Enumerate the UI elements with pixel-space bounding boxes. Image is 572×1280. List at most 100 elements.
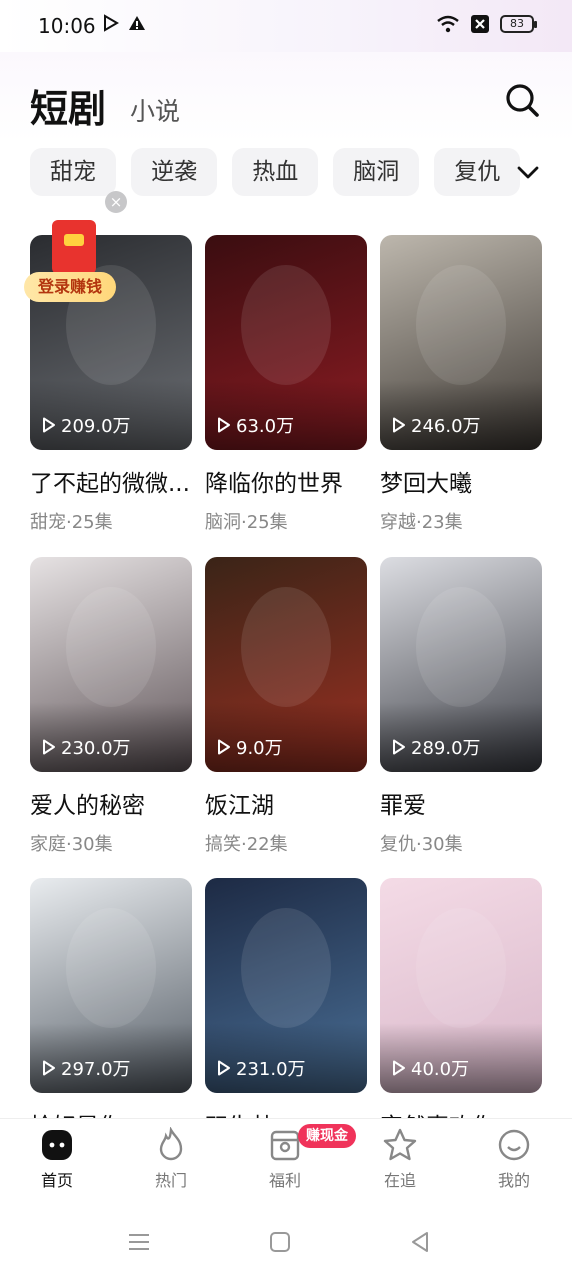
play-count-value: 289.0万: [411, 738, 481, 759]
drama-title[interactable]: 罪爱: [380, 786, 542, 820]
wifi-icon: [437, 15, 459, 33]
back-icon[interactable]: [408, 1230, 432, 1254]
play-icon: [393, 1060, 405, 1076]
poster-figure: [241, 587, 331, 707]
play-count-value: 40.0万: [411, 1059, 470, 1080]
play-icon: [393, 739, 405, 755]
poster-figure: [66, 587, 156, 707]
drama-card[interactable]: 246.0万梦回大曦穿越·23集: [380, 235, 542, 534]
drama-grid: 209.0万 了不起的微微... 甜宠·25集 63.0万 降临你的世界 脑洞·25集 24…: [30, 235, 550, 1120]
drama-title[interactable]: 梦回大曦: [380, 464, 542, 498]
drama-card[interactable]: 40.0万突然喜欢你: [380, 878, 542, 1120]
drama-poster[interactable]: 246.0万: [380, 235, 542, 450]
play-count-value: 209.0万: [61, 416, 131, 437]
play-count-value: 231.0万: [236, 1059, 306, 1080]
play-count: 40.0万: [392, 1055, 469, 1081]
nav-welfare-label: 福利: [268, 1171, 301, 1190]
play-icon: [43, 1060, 55, 1076]
chip-comeback[interactable]: 逆袭: [131, 148, 218, 196]
red-envelope-icon[interactable]: [52, 220, 96, 274]
play-count-value: 230.0万: [61, 738, 131, 759]
drama-meta: 家庭·30集: [30, 834, 113, 855]
play-store-icon: [104, 14, 119, 32]
drama-poster[interactable]: 231.0万: [205, 878, 367, 1093]
earn-cash-badge: 赚现金: [298, 1124, 356, 1148]
flame-icon: [159, 1127, 183, 1161]
play-count: 230.0万: [42, 734, 131, 760]
battery-indicator: 83: [500, 15, 537, 33]
chip-passion[interactable]: 热血: [232, 148, 319, 196]
play-count-value: 63.0万: [236, 416, 295, 437]
nav-following[interactable]: 在追: [360, 1127, 440, 1191]
drama-card[interactable]: 231.0万双生劫: [205, 878, 367, 1120]
drama-title[interactable]: 了不起的微微...: [30, 464, 192, 498]
nav-home-label: 首页: [40, 1171, 73, 1190]
nav-following-label: 在追: [383, 1171, 416, 1190]
play-count-value: 297.0万: [61, 1059, 131, 1080]
menu-icon[interactable]: [127, 1230, 151, 1254]
drama-poster[interactable]: 40.0万: [380, 878, 542, 1093]
drama-title[interactable]: 饭江湖: [205, 786, 367, 820]
poster-figure: [416, 908, 506, 1028]
sim-off-icon: [471, 15, 489, 33]
close-icon[interactable]: ×: [105, 191, 127, 213]
drama-card[interactable]: 9.0万饭江湖搞笑·22集: [205, 557, 367, 856]
search-icon[interactable]: [504, 82, 540, 118]
drama-poster[interactable]: 63.0万: [205, 235, 367, 450]
play-icon: [393, 417, 405, 433]
play-icon: [218, 739, 230, 755]
drama-meta: 穿越·23集: [380, 512, 463, 533]
play-count: 209.0万: [42, 412, 131, 438]
nav-profile[interactable]: 我的: [474, 1127, 554, 1191]
drama-card[interactable]: 63.0万降临你的世界脑洞·25集: [205, 235, 367, 534]
nav-home[interactable]: 首页: [17, 1127, 97, 1191]
poster-figure: [416, 587, 506, 707]
category-chips: 甜宠 逆袭 热血 脑洞 复仇: [30, 148, 520, 198]
play-count: 246.0万: [392, 412, 481, 438]
drama-meta: 搞笑·22集: [205, 834, 288, 855]
play-count: 289.0万: [392, 734, 481, 760]
drama-meta: 复仇·30集: [380, 834, 463, 855]
chevron-down-icon[interactable]: [514, 158, 542, 186]
poster-figure: [66, 908, 156, 1028]
play-icon: [218, 417, 230, 433]
tab-short-drama[interactable]: 短剧: [30, 78, 106, 133]
star-icon: [383, 1128, 417, 1161]
drama-card[interactable]: 230.0万爱人的秘密家庭·30集: [30, 557, 192, 856]
bottom-nav: 首页 热门 福利 在追 我的: [0, 1118, 572, 1200]
nav-hot[interactable]: 热门: [131, 1127, 211, 1191]
drama-card[interactable]: 289.0万罪爱复仇·30集: [380, 557, 542, 856]
play-icon: [43, 417, 55, 433]
status-system-icons: 83: [436, 14, 537, 34]
nav-hot-label: 热门: [154, 1171, 187, 1190]
drama-poster[interactable]: 9.0万: [205, 557, 367, 772]
drama-poster[interactable]: 297.0万: [30, 878, 192, 1093]
login-earn-badge[interactable]: 登录赚钱: [24, 272, 117, 302]
status-time: 10:06: [38, 14, 96, 38]
drama-card[interactable]: 297.0万恰好是你: [30, 878, 192, 1120]
header: 短剧 小说: [0, 52, 572, 142]
chip-revenge[interactable]: 复仇: [434, 148, 520, 196]
poster-figure: [241, 265, 331, 385]
home-square-icon[interactable]: [268, 1230, 292, 1254]
poster-figure: [416, 265, 506, 385]
drama-poster[interactable]: 289.0万: [380, 557, 542, 772]
play-count: 63.0万: [217, 412, 294, 438]
poster-figure: [241, 908, 331, 1028]
chip-sweet[interactable]: 甜宠: [30, 148, 116, 196]
chip-imagination[interactable]: 脑洞: [333, 148, 420, 196]
profile-icon: [498, 1129, 530, 1161]
drama-meta: 脑洞·25集: [205, 512, 288, 533]
play-count-value: 246.0万: [411, 416, 481, 437]
nav-profile-label: 我的: [497, 1171, 530, 1190]
warning-icon: [129, 16, 145, 30]
tab-novel[interactable]: 小说: [130, 92, 180, 128]
home-icon: [42, 1130, 72, 1160]
play-icon: [43, 739, 55, 755]
status-bar: 10:06 83: [0, 0, 572, 52]
drama-poster[interactable]: 230.0万: [30, 557, 192, 772]
play-count-value: 9.0万: [236, 738, 283, 759]
drama-title[interactable]: 降临你的世界: [205, 464, 367, 498]
play-count: 231.0万: [217, 1055, 306, 1081]
drama-title[interactable]: 爱人的秘密: [30, 786, 192, 820]
